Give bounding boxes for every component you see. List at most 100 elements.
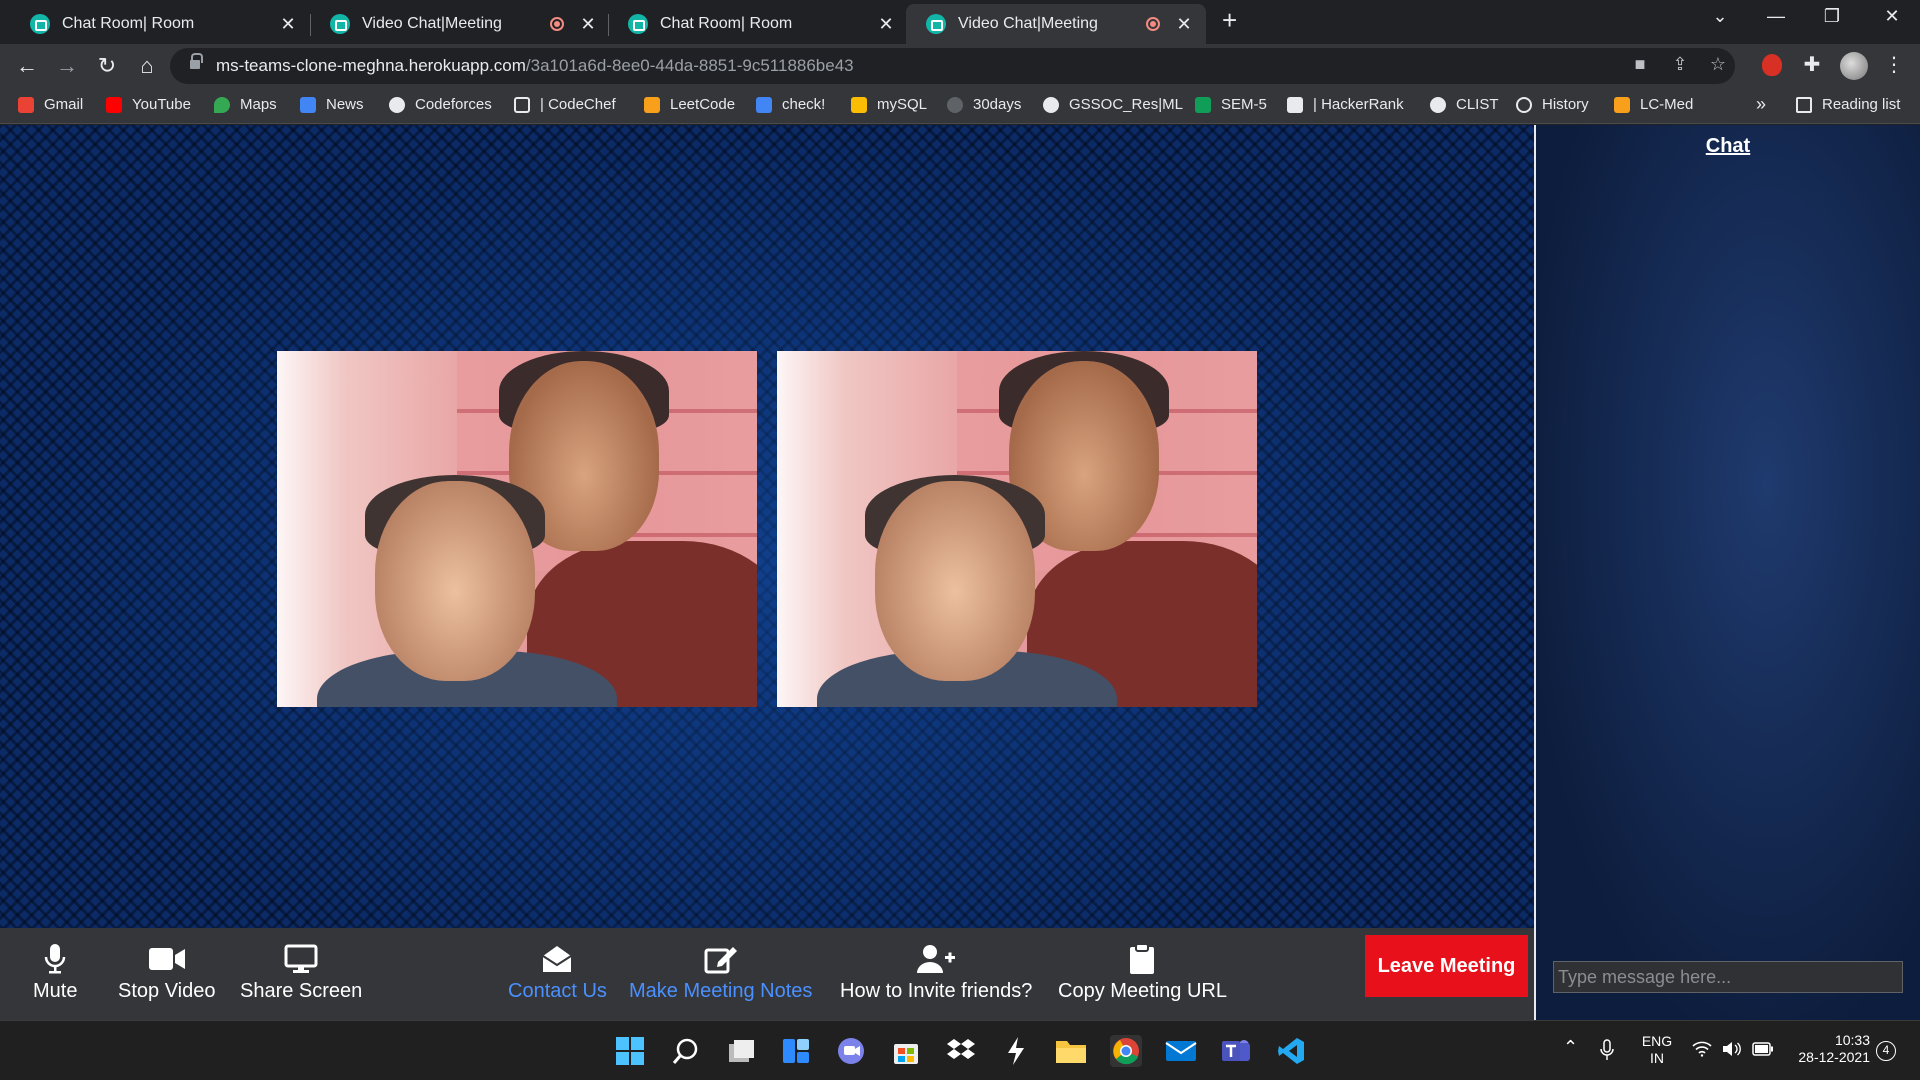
file-explorer-icon[interactable] (1055, 1035, 1087, 1067)
contact-us-button[interactable]: Contact Us (508, 942, 607, 1003)
clock[interactable]: 10:33 28-12-2021 (1790, 1032, 1870, 1066)
menu-kebab-icon[interactable]: ⋮ (1880, 52, 1908, 77)
bookmark-label: SEM-5 (1221, 96, 1267, 113)
bookmark-gmail[interactable]: Gmail (18, 96, 83, 113)
bookmark-news[interactable]: News (300, 96, 364, 113)
share-screen-button[interactable]: Share Screen (240, 942, 362, 1003)
reading-list-button[interactable]: Reading list (1796, 96, 1900, 113)
windows-start-icon[interactable] (614, 1035, 646, 1067)
lock-icon[interactable] (190, 53, 203, 72)
bookmark-youtube[interactable]: YouTube (106, 96, 191, 113)
widgets-icon[interactable] (780, 1035, 812, 1067)
mute-button[interactable]: Mute (33, 942, 77, 1003)
forward-icon[interactable]: → (54, 53, 80, 79)
bookmark-maps[interactable]: Maps (214, 96, 277, 113)
minimize-icon[interactable]: — (1756, 6, 1796, 27)
mail-icon[interactable] (1165, 1035, 1197, 1067)
chat-message-input[interactable] (1553, 961, 1903, 993)
language-indicator[interactable]: ENG IN (1640, 1033, 1674, 1067)
bookmark-label: check! (782, 96, 826, 113)
battery-icon[interactable] (1752, 1042, 1774, 1060)
home-icon[interactable]: ⌂ (134, 53, 160, 79)
tab-title: Chat Room| Room (660, 15, 793, 32)
browser-tab[interactable]: Video Chat|Meeting ✕ (310, 4, 610, 44)
teams-chat-icon[interactable] (835, 1035, 867, 1067)
store-icon[interactable] (890, 1035, 922, 1067)
bookmark-star-icon[interactable]: ☆ (1706, 54, 1730, 75)
bookmark-lc-med[interactable]: LC-Med (1614, 96, 1693, 113)
meet-favicon-icon (628, 14, 648, 34)
copy-url-button[interactable]: Copy Meeting URL (1058, 942, 1227, 1003)
bookmark-sem5[interactable]: SEM-5 (1195, 96, 1267, 113)
bookmark-hackerrank[interactable]: | HackerRank (1287, 96, 1404, 113)
address-bar[interactable]: ms-teams-clone-meghna.herokuapp.com/3a10… (170, 48, 1735, 84)
profile-avatar[interactable] (1840, 52, 1868, 80)
new-tab-icon[interactable]: + (1222, 7, 1237, 33)
gmail-icon (18, 96, 34, 113)
close-tab-icon[interactable]: ✕ (280, 14, 296, 35)
hackerrank-icon (1287, 96, 1303, 113)
invite-friends-label: How to Invite friends? (840, 980, 1033, 1002)
url-host: ms-teams-clone-meghna.herokuapp.com (216, 56, 526, 75)
volume-icon[interactable] (1722, 1041, 1742, 1061)
close-tab-icon[interactable]: ✕ (580, 14, 596, 35)
back-icon[interactable]: ← (14, 53, 40, 79)
sheets-plus-icon (1195, 96, 1211, 113)
recording-icon (550, 17, 564, 31)
teams-icon[interactable] (1220, 1035, 1252, 1067)
task-view-icon[interactable] (725, 1035, 757, 1067)
contact-us-label: Contact Us (508, 980, 607, 1002)
lightning-icon[interactable] (1000, 1035, 1032, 1067)
tab-strip: Chat Room| Room ✕ Video Chat|Meeting ✕ C… (0, 0, 1920, 44)
notification-badge[interactable]: 4 (1876, 1041, 1896, 1061)
bookmark-codechef[interactable]: | CodeChef (514, 96, 616, 113)
show-hidden-icons-icon[interactable]: ⌃ (1563, 1038, 1578, 1056)
tab-title: Video Chat|Meeting (362, 15, 502, 32)
bookmark-gssoc[interactable]: GSSOC_Res|ML (1043, 96, 1183, 113)
stop-video-button[interactable]: Stop Video (118, 942, 216, 1003)
reading-list-label: Reading list (1822, 96, 1901, 113)
youtube-icon (106, 96, 122, 113)
share-icon[interactable]: ⇪ (1668, 54, 1692, 75)
dropbox-icon[interactable] (945, 1035, 977, 1067)
search-icon[interactable] (670, 1035, 702, 1067)
bookmark-label: | CodeChef (540, 96, 616, 113)
close-tab-icon[interactable]: ✕ (1176, 14, 1192, 35)
bookmark-check[interactable]: check! (756, 96, 825, 113)
vscode-icon[interactable] (1275, 1035, 1307, 1067)
bookmark-codeforces[interactable]: Codeforces (389, 96, 492, 113)
bookmark-clist[interactable]: CLIST (1430, 96, 1499, 113)
microphone-tray-icon[interactable] (1600, 1039, 1614, 1065)
make-notes-button[interactable]: Make Meeting Notes (629, 942, 812, 1003)
local-video[interactable] (277, 351, 757, 707)
bookmarks-bar: Gmail YouTube Maps News Codeforces | Cod… (0, 88, 1920, 124)
browser-tab[interactable]: Chat Room| Room ✕ (608, 4, 908, 44)
wifi-icon[interactable] (1692, 1041, 1712, 1061)
browser-tab-active[interactable]: Video Chat|Meeting ✕ (906, 4, 1206, 44)
clipboard-icon (1129, 942, 1155, 976)
extension-icon[interactable] (1762, 54, 1782, 76)
share-screen-label: Share Screen (240, 980, 363, 1002)
leave-meeting-button[interactable]: Leave Meeting (1365, 935, 1528, 997)
bookmark-30days[interactable]: 30days (947, 96, 1021, 113)
recording-icon (1146, 17, 1160, 31)
reload-icon[interactable]: ↻ (94, 53, 120, 79)
desktop-icon (284, 942, 318, 976)
close-window-icon[interactable]: ✕ (1872, 6, 1912, 27)
extensions-puzzle-icon[interactable]: ✚ (1798, 52, 1826, 77)
stop-video-label: Stop Video (118, 980, 216, 1002)
camera-in-use-icon[interactable]: ■ (1628, 54, 1652, 75)
browser-tab[interactable]: Chat Room| Room ✕ (10, 4, 310, 44)
bookmark-history[interactable]: History (1516, 96, 1589, 113)
chrome-icon[interactable] (1110, 1035, 1142, 1067)
bookmark-leetcode[interactable]: LeetCode (644, 96, 735, 113)
bookmark-mysql[interactable]: mySQL (851, 96, 927, 113)
microphone-icon (44, 942, 66, 976)
url-text[interactable]: ms-teams-clone-meghna.herokuapp.com/3a10… (216, 56, 854, 76)
invite-friends-button[interactable]: How to Invite friends? (840, 942, 1032, 1003)
maximize-icon[interactable]: ❐ (1812, 6, 1852, 27)
close-tab-icon[interactable]: ✕ (878, 14, 894, 35)
remote-video[interactable] (777, 351, 1257, 707)
tab-search-icon[interactable]: ⌄ (1700, 6, 1740, 27)
more-bookmarks-icon[interactable]: » (1756, 94, 1766, 115)
